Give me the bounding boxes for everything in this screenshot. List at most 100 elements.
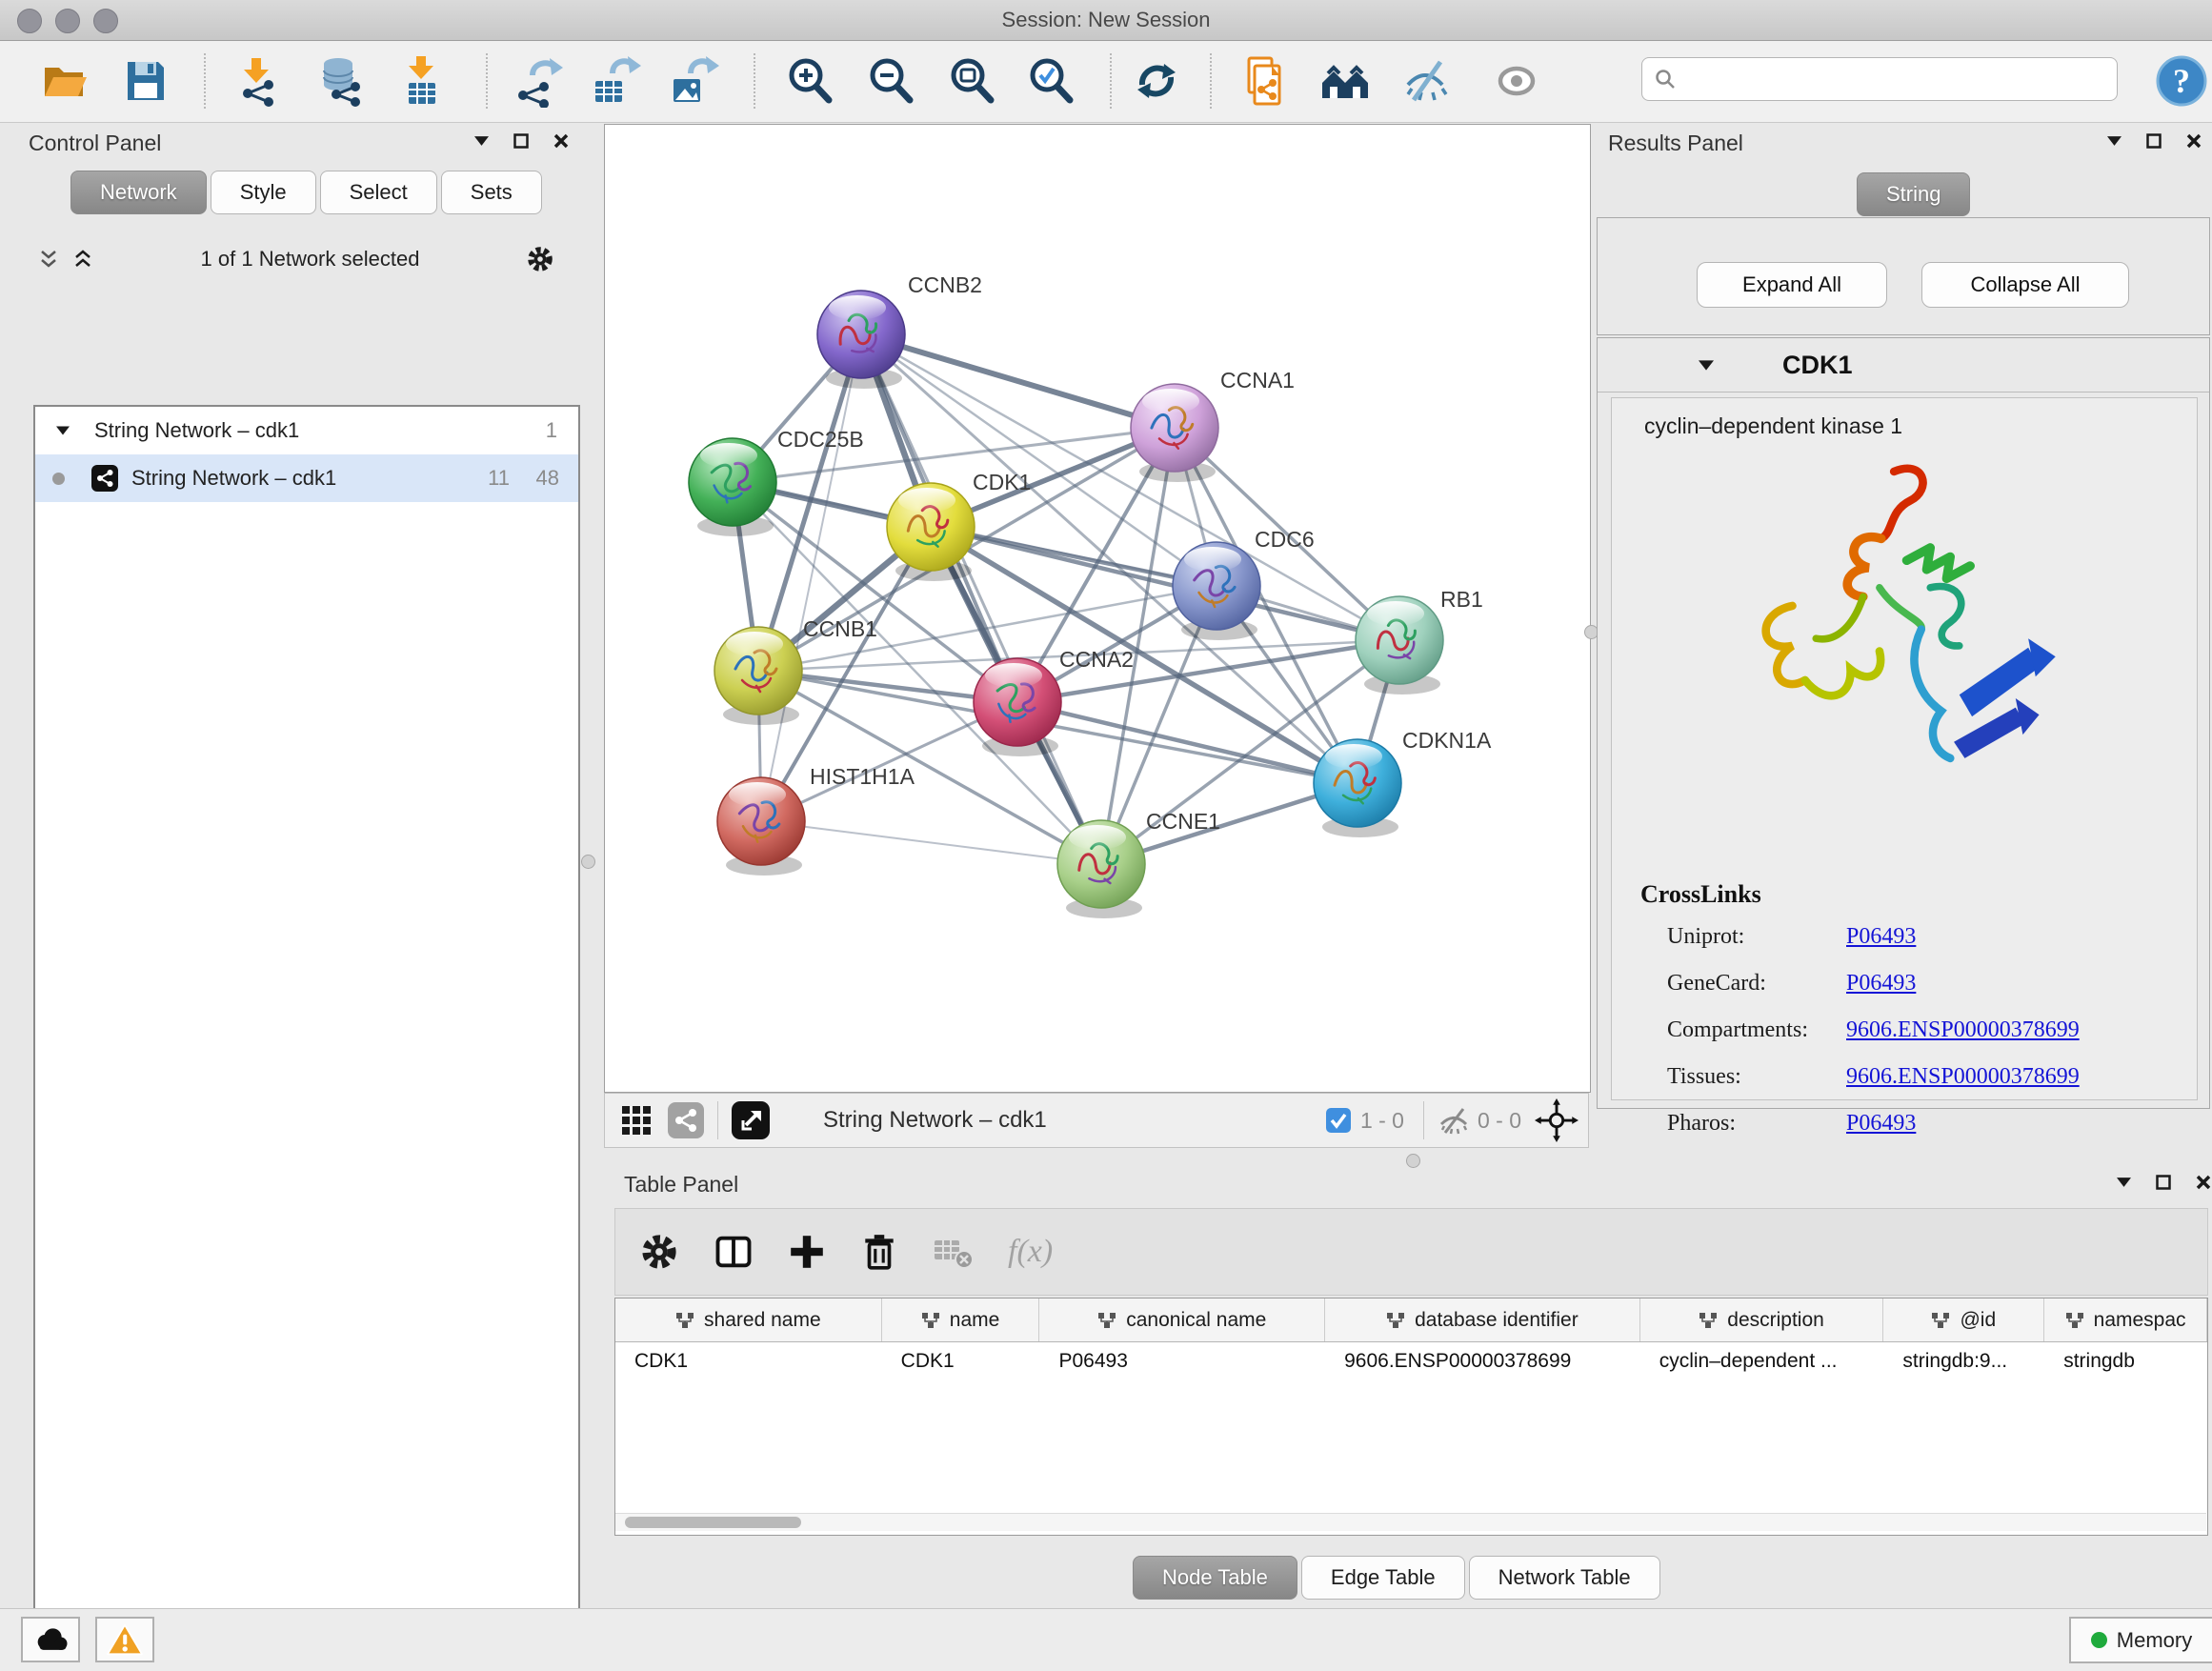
search-input[interactable] [1677, 68, 2090, 91]
float-panel-icon[interactable] [513, 133, 529, 149]
network-edge-CCNB2-CCNA1[interactable] [861, 334, 1175, 428]
tab-network[interactable]: Network [70, 171, 207, 214]
zoom-out-icon[interactable] [864, 54, 917, 108]
float-panel-icon[interactable] [2146, 133, 2162, 149]
memory-button[interactable]: Memory [2069, 1617, 2212, 1663]
gear-icon[interactable] [638, 1231, 680, 1273]
table-cell[interactable]: 9606.ENSP00000378699 [1325, 1342, 1640, 1380]
panel-menu-icon[interactable] [2107, 136, 2122, 146]
table-panel-splitter-handle[interactable] [1406, 1154, 1420, 1168]
export-network-icon[interactable] [512, 54, 565, 108]
network-node-CCNA2[interactable] [974, 658, 1061, 756]
panel-menu-icon[interactable] [2117, 1178, 2131, 1187]
import-table-file-icon[interactable] [395, 54, 449, 108]
open-session-icon[interactable] [37, 54, 90, 108]
tab-select[interactable]: Select [320, 171, 437, 214]
delete-column-icon[interactable] [859, 1232, 899, 1272]
grid-icon[interactable] [620, 1104, 653, 1137]
network-node-CCNB2[interactable] [817, 291, 905, 389]
column-header-description[interactable]: description [1640, 1299, 1884, 1341]
table-cell[interactable]: stringdb:9... [1883, 1342, 2044, 1380]
close-panel-icon[interactable] [553, 133, 569, 149]
tab-network-table[interactable]: Network Table [1469, 1556, 1660, 1600]
column-header--id[interactable]: @id [1883, 1299, 2044, 1341]
network-edge-CCNE1-HIST1H1A[interactable] [761, 821, 1101, 864]
gear-icon[interactable] [525, 244, 555, 274]
crosslink-link[interactable]: 9606.ENSP00000378699 [1846, 1064, 2080, 1090]
network-node-CCNA1[interactable] [1131, 384, 1218, 482]
export-table-icon[interactable] [588, 54, 641, 108]
tab-string[interactable]: String [1857, 172, 1970, 216]
table-toolbar: f(x) [614, 1208, 2208, 1296]
zoom-fit-icon[interactable] [945, 54, 998, 108]
column-header-canonical-name[interactable]: canonical name [1039, 1299, 1325, 1341]
help-icon[interactable]: ? [2155, 54, 2208, 108]
network-node-RB1[interactable] [1356, 596, 1443, 695]
tab-sets[interactable]: Sets [441, 171, 542, 214]
network-node-CCNE1[interactable] [1057, 820, 1145, 918]
cloud-button[interactable] [21, 1617, 80, 1662]
show-hide-icon[interactable] [1400, 54, 1454, 108]
warning-button[interactable] [95, 1617, 154, 1662]
network-canvas[interactable]: CCNB2CCNA1CDC25BCDK1CDC6RB1CCNB1CCNA2CDK… [604, 124, 1591, 1093]
column-header-namespac[interactable]: namespac [2044, 1299, 2207, 1341]
network-edge-CDK1-RB1[interactable] [931, 527, 1399, 640]
import-network-database-icon[interactable] [313, 54, 367, 108]
column-header-shared-name[interactable]: shared name [615, 1299, 882, 1341]
expand-all-button[interactable]: Expand All [1697, 262, 1887, 308]
network-row-selected[interactable]: String Network – cdk1 11 48 [35, 454, 578, 502]
table-cell[interactable]: CDK1 [615, 1342, 882, 1380]
close-panel-icon[interactable] [2196, 1175, 2211, 1190]
section-collapse-icon[interactable] [1699, 360, 1714, 371]
protein-section-header[interactable]: CDK1 [1598, 338, 2209, 393]
network-node-CCNB1[interactable] [714, 627, 802, 725]
zoom-in-icon[interactable] [783, 54, 836, 108]
control-panel-splitter-handle[interactable] [581, 855, 595, 869]
refresh-icon[interactable] [1130, 54, 1183, 108]
panel-menu-icon[interactable] [474, 136, 489, 146]
table-cell[interactable]: P06493 [1039, 1342, 1325, 1380]
import-network-file-icon[interactable] [231, 54, 284, 108]
zoom-selected-icon[interactable] [1024, 54, 1077, 108]
table-row[interactable]: CDK1CDK1P064939606.ENSP00000378699cyclin… [615, 1342, 2207, 1380]
tab-node-table[interactable]: Node Table [1133, 1556, 1297, 1600]
search-box[interactable] [1641, 57, 2118, 101]
crosslink-link[interactable]: P06493 [1846, 1111, 1916, 1137]
table-hscrollbar[interactable] [615, 1513, 2206, 1531]
tab-edge-table[interactable]: Edge Table [1301, 1556, 1465, 1600]
network-node-CDC6[interactable] [1173, 542, 1260, 640]
close-panel-icon[interactable] [2186, 133, 2202, 149]
column-header-database-identifier[interactable]: database identifier [1325, 1299, 1640, 1341]
expand-all-icon[interactable] [70, 247, 95, 272]
collapse-all-button[interactable]: Collapse All [1921, 262, 2129, 308]
collapse-all-icon[interactable] [36, 247, 61, 272]
crosslink-link[interactable]: P06493 [1846, 924, 1916, 950]
external-link-icon[interactable] [732, 1101, 770, 1139]
export-image-icon[interactable] [666, 54, 719, 108]
eye-icon[interactable] [1490, 54, 1543, 108]
network-collection-row[interactable]: String Network – cdk1 1 [35, 407, 578, 454]
save-session-icon[interactable] [118, 54, 171, 108]
tab-style[interactable]: Style [211, 171, 316, 214]
network-node-CDC25B[interactable] [689, 438, 776, 536]
crosslink-link[interactable]: P06493 [1846, 971, 1916, 997]
selected-checkbox[interactable] [1326, 1108, 1351, 1133]
share-badge-icon[interactable] [668, 1102, 704, 1138]
first-neighbors-icon[interactable] [1318, 54, 1372, 108]
float-panel-icon[interactable] [2156, 1175, 2171, 1190]
crosslink-link[interactable]: 9606.ENSP00000378699 [1846, 1017, 2080, 1043]
crosshair-icon[interactable] [1535, 1098, 1579, 1142]
network-node-CDK1[interactable] [887, 483, 975, 581]
network-node-HIST1H1A[interactable] [717, 777, 805, 876]
tree-expand-icon[interactable] [56, 426, 70, 435]
table-cell[interactable]: cyclin–dependent ... [1640, 1342, 1884, 1380]
network-file-share-icon[interactable] [1239, 54, 1293, 108]
scrollbar-thumb[interactable] [625, 1517, 801, 1528]
table-cell[interactable]: CDK1 [882, 1342, 1040, 1380]
network-node-CDKN1A[interactable] [1314, 739, 1401, 837]
network-edge-CCNB2-HIST1H1A[interactable] [761, 334, 861, 821]
column-header-name[interactable]: name [882, 1299, 1040, 1341]
add-column-icon[interactable] [787, 1232, 827, 1272]
columns-icon[interactable] [713, 1231, 754, 1273]
table-cell[interactable]: stringdb [2044, 1342, 2207, 1380]
